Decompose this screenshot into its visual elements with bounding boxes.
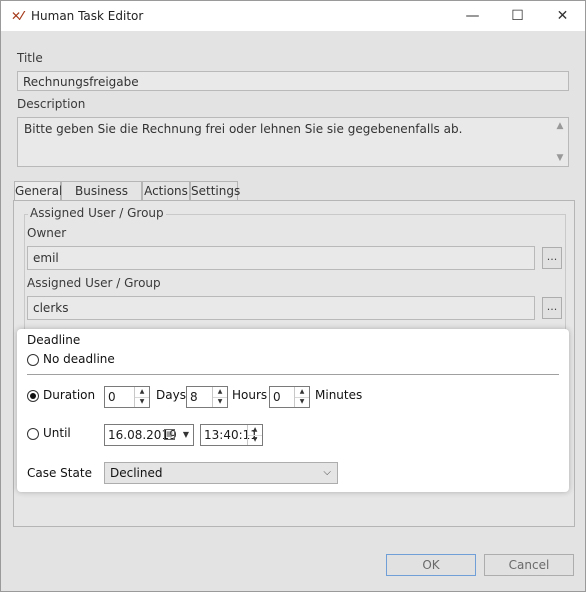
ok-button[interactable]: OK: [386, 554, 476, 576]
hours-stepper[interactable]: 8 ▲ ▼: [186, 386, 228, 408]
minutes-stepper[interactable]: 0 ▲ ▼: [269, 386, 310, 408]
spin-down-icon[interactable]: ▼: [213, 397, 227, 407]
deadline-group-label: Deadline: [27, 333, 81, 347]
title-label: Title: [17, 51, 43, 65]
time-spin-buttons: ▲ ▼: [247, 425, 262, 445]
assigned-user-group-label: Assigned User / Group: [27, 276, 161, 290]
minutes-label: Minutes: [315, 388, 363, 402]
deadline-separator: [27, 374, 559, 375]
spin-down-icon[interactable]: ▼: [135, 397, 149, 407]
description-label: Description: [17, 97, 86, 111]
assigned-user-group-input[interactable]: clerks: [27, 296, 535, 320]
close-button[interactable]: ✕: [540, 1, 585, 31]
title-bar: ✕⁄ Human Task Editor — ☐ ✕: [1, 1, 585, 31]
description-text: Bitte geben Sie die Rechnung frei oder l…: [24, 122, 463, 136]
no-deadline-radio[interactable]: [27, 354, 39, 366]
assigned-browse-button[interactable]: ...: [542, 297, 562, 319]
owner-input[interactable]: emil: [27, 246, 535, 270]
days-label: Days: [156, 388, 186, 402]
hours-label: Hours: [232, 388, 268, 402]
human-task-icon: ✕⁄: [11, 9, 24, 23]
until-radio[interactable]: [27, 428, 39, 440]
owner-browse-button[interactable]: ...: [542, 247, 562, 269]
no-deadline-label[interactable]: No deadline: [43, 352, 115, 366]
chevron-down-icon: ⌵: [323, 467, 331, 478]
case-state-select[interactable]: Declined ⌵: [104, 462, 338, 484]
deadline-section: Deadline No deadline Duration 0 ▲ ▼ Days…: [17, 329, 569, 492]
minimize-button[interactable]: —: [450, 1, 495, 31]
window-title: Human Task Editor: [31, 9, 144, 23]
case-state-label: Case State: [27, 466, 92, 480]
duration-label[interactable]: Duration: [43, 388, 95, 402]
tab-business-data[interactable]: Business Data: [61, 181, 142, 217]
tab-settings[interactable]: Settings: [190, 181, 240, 200]
chevron-down-icon[interactable]: ▼: [183, 425, 189, 445]
days-value: 0: [108, 390, 116, 404]
tab-actions[interactable]: Actions: [142, 181, 190, 200]
days-stepper[interactable]: 0 ▲ ▼: [104, 386, 150, 408]
calendar-icon[interactable]: ▦: [164, 429, 175, 440]
case-state-value: Declined: [110, 466, 163, 480]
minutes-spin-buttons: ▲ ▼: [294, 387, 309, 407]
duration-radio[interactable]: [27, 390, 39, 402]
scroll-down-icon[interactable]: ▼: [554, 153, 566, 163]
spin-down-icon[interactable]: ▼: [248, 435, 262, 445]
title-input[interactable]: Rechnungsfreigabe: [17, 71, 569, 91]
human-task-editor-window: ✕⁄ Human Task Editor — ☐ ✕ Title Rechnun…: [0, 0, 586, 592]
scroll-up-icon[interactable]: ▲: [554, 121, 566, 131]
date-picker[interactable]: 16.08.2019 ▦ ▼: [104, 424, 194, 446]
spin-down-icon[interactable]: ▼: [295, 397, 309, 407]
cancel-button[interactable]: Cancel: [484, 554, 574, 576]
minutes-value: 0: [273, 390, 281, 404]
owner-label: Owner: [27, 226, 67, 240]
assigned-group-label: Assigned User / Group: [28, 206, 166, 220]
hours-spin-buttons: ▲ ▼: [212, 387, 227, 407]
dialog-body: Title Rechnungsfreigabe Description Bitt…: [1, 31, 585, 591]
maximize-button[interactable]: ☐: [495, 1, 540, 31]
description-textarea[interactable]: Bitte geben Sie die Rechnung frei oder l…: [17, 117, 569, 167]
until-label[interactable]: Until: [43, 426, 71, 440]
hours-value: 8: [190, 390, 198, 404]
time-stepper[interactable]: 13:40:11 ▲ ▼: [200, 424, 263, 446]
days-spin-buttons: ▲ ▼: [134, 387, 149, 407]
tab-general[interactable]: General: [14, 181, 62, 201]
